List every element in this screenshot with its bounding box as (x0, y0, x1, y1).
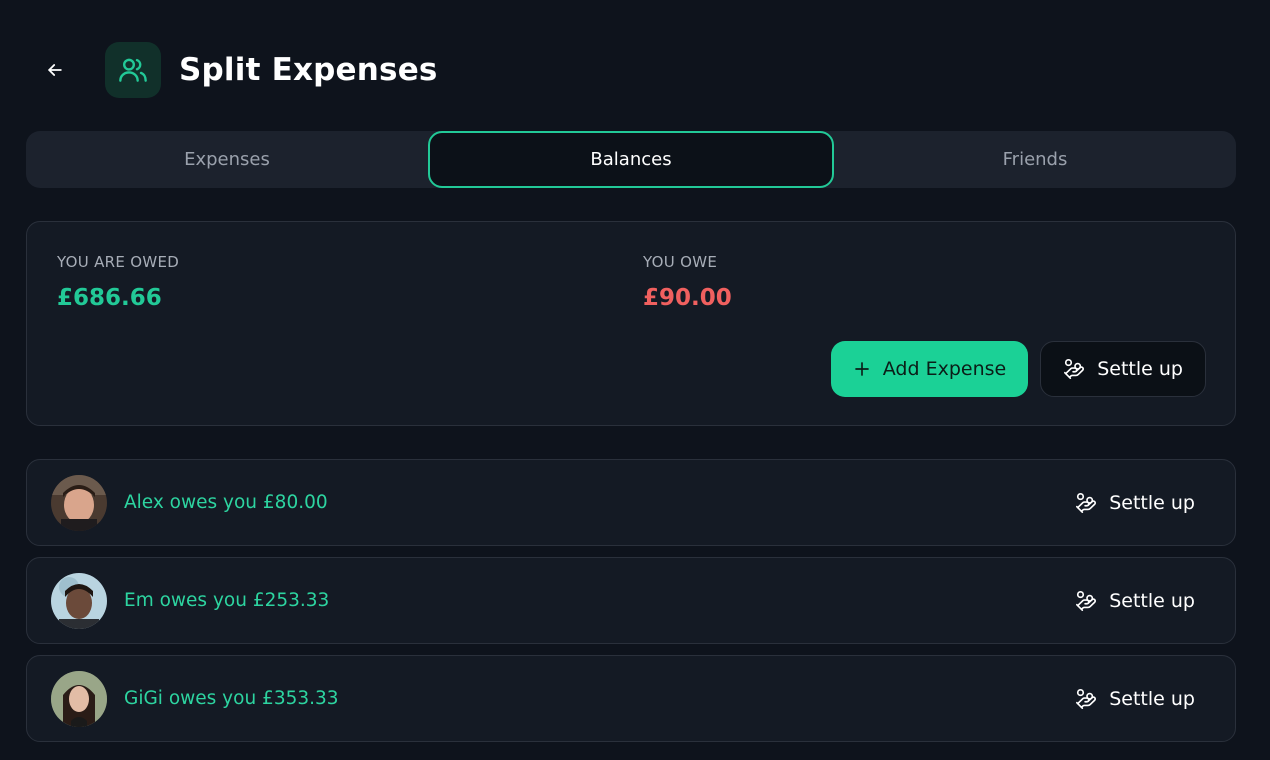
settle-up-label: Settle up (1109, 589, 1195, 612)
users-icon (119, 58, 147, 82)
header: Split Expenses (40, 40, 438, 100)
avatar (51, 670, 107, 727)
add-expense-label: Add Expense (882, 358, 1007, 380)
tab-friends[interactable]: Friends (834, 131, 1236, 188)
balance-text: Alex owes you £80.00 (124, 492, 328, 513)
add-expense-button[interactable]: Add Expense (830, 341, 1029, 397)
settle-up-button[interactable]: Settle up (1075, 688, 1195, 710)
owed-amount: £686.66 (57, 285, 162, 311)
app-logo (105, 42, 161, 98)
tab-bar: Expenses Balances Friends (26, 131, 1236, 188)
plus-icon (854, 362, 869, 376)
balance-row-gigi: GiGi owes you £353.33 Settle up (26, 655, 1236, 742)
balance-text: Em owes you £253.33 (124, 590, 330, 611)
settle-up-button[interactable]: Settle up (1040, 341, 1206, 397)
owe-label: YOU OWE (643, 253, 718, 271)
owed-label: YOU ARE OWED (57, 253, 180, 271)
balance-summary-card: YOU ARE OWED £686.66 YOU OWE £90.00 Add … (26, 221, 1236, 426)
settle-up-button[interactable]: Settle up (1075, 590, 1195, 612)
split-expenses-app: Split Expenses Expenses Balances Friends… (0, 0, 1270, 760)
tab-balances[interactable]: Balances (428, 131, 834, 188)
settle-up-label: Settle up (1097, 358, 1183, 380)
summary-actions: Add Expense Settle up (830, 341, 1206, 397)
settle-up-label: Settle up (1109, 687, 1195, 710)
owe-amount: £90.00 (643, 285, 732, 311)
hand-coins-icon (1064, 359, 1085, 379)
owed-summary: YOU ARE OWED £686.66 (57, 253, 179, 311)
balance-row-em: Em owes you £253.33 Settle up (26, 557, 1236, 644)
arrow-left-icon (48, 64, 62, 76)
owe-summary: YOU OWE £90.00 (643, 253, 732, 311)
balance-text: GiGi owes you £353.33 (124, 688, 339, 709)
tab-expenses[interactable]: Expenses (26, 131, 428, 188)
avatar (51, 474, 107, 531)
settle-up-button[interactable]: Settle up (1075, 492, 1195, 514)
settle-up-label: Settle up (1109, 491, 1195, 514)
back-button[interactable] (40, 55, 70, 85)
hand-coins-icon (1076, 688, 1097, 709)
hand-coins-icon (1076, 590, 1097, 611)
balance-row-alex: Alex owes you £80.00 Settle up (26, 459, 1236, 546)
page-title: Split Expenses (179, 52, 438, 88)
avatar (51, 572, 107, 629)
hand-coins-icon (1076, 492, 1097, 513)
